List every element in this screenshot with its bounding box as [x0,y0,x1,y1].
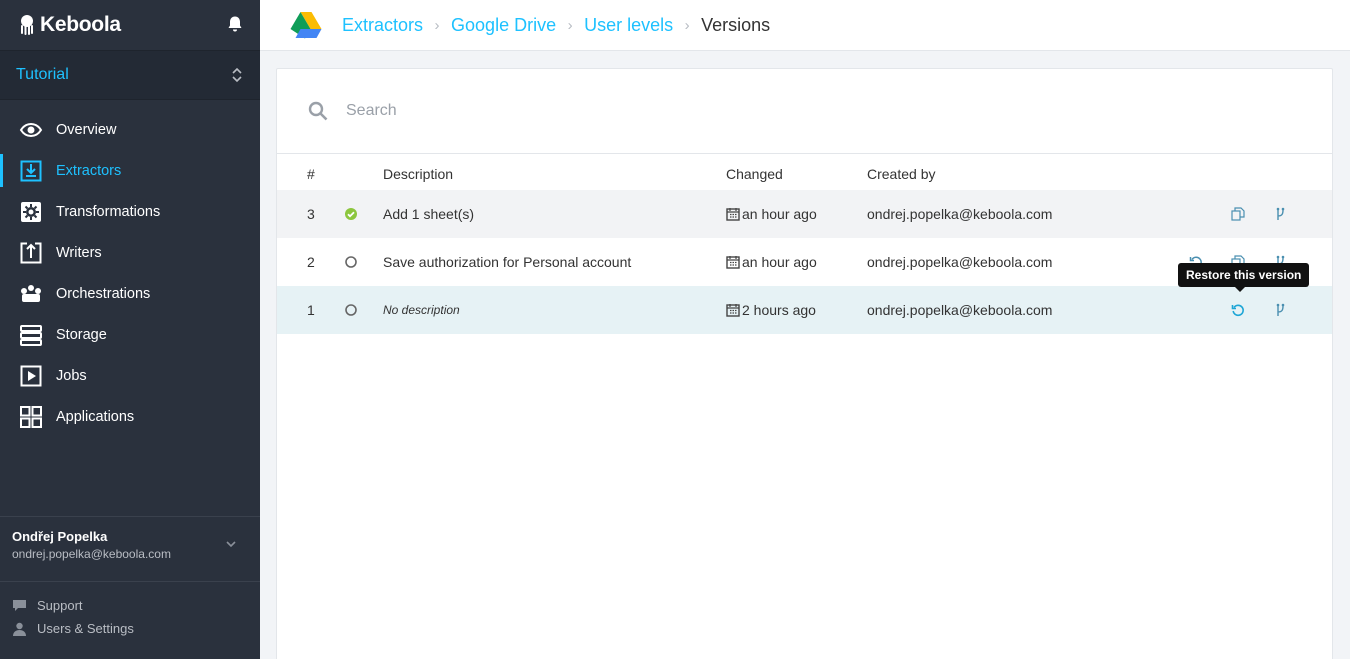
table-row[interactable]: 1 No description 2 hours ago ondrej.pope… [277,286,1332,334]
sidebar: Keboola Tutorial Overview Extractors Tra… [0,0,260,659]
nav-item-orchestrations[interactable]: Orchestrations [0,273,260,314]
breadcrumb-user-levels[interactable]: User levels [584,15,673,36]
search-input[interactable] [346,102,946,120]
restore-tooltip: Restore this version [1178,263,1310,292]
user-icon [13,622,26,636]
bell-icon[interactable] [226,15,244,36]
branch-icon[interactable] [1273,190,1287,238]
breadcrumb-google-drive[interactable]: Google Drive [451,15,556,36]
nav-item-writers[interactable]: Writers [0,232,260,273]
version-created-by: ondrej.popelka@keboola.com [867,206,1053,222]
play-icon [19,364,43,388]
nav-label-writers: Writers [56,244,102,261]
project-name: Tutorial [16,66,69,83]
eye-icon [19,118,43,142]
calendar-icon [726,208,740,221]
support-link[interactable]: Support [12,594,134,617]
chevron-updown-icon [232,67,242,83]
main-nav: Overview Extractors Transformations Writ… [0,109,260,437]
nav-label-transformations: Transformations [56,203,161,220]
header-description: Description [383,166,454,182]
brand-name: Keboola [40,13,121,36]
changed-text: an hour ago [742,254,817,270]
nav-label-orchestrations: Orchestrations [56,285,151,302]
calendar-icon [726,304,740,317]
version-changed: 2 hours ago [726,286,816,334]
octopus-icon [21,15,33,35]
google-drive-icon [290,12,322,39]
version-description: No description [383,303,460,317]
nav-item-jobs[interactable]: Jobs [0,355,260,396]
table-header-row: # Description Changed Created by [277,154,1332,190]
version-number: 2 [307,254,315,270]
writer-icon [19,241,43,265]
nav-label-storage: Storage [56,326,107,343]
version-changed: an hour ago [726,190,817,238]
users-settings-link[interactable]: Users & Settings [12,617,134,640]
breadcrumb-versions: Versions [701,14,771,35]
breadcrumb-separator-icon: › [684,16,690,34]
table-row[interactable]: 2 Save authorization for Personal accoun… [277,238,1332,286]
nav-label-overview: Overview [56,121,117,138]
version-number: 1 [307,302,315,318]
orchestration-icon [19,282,43,306]
calendar-icon [726,256,740,269]
version-description: Add 1 sheet(s) [383,206,475,222]
version-created-by: ondrej.popelka@keboola.com [867,302,1053,318]
nav-label-jobs: Jobs [56,367,87,384]
nav-item-overview[interactable]: Overview [0,109,260,150]
version-description: Save authorization for Personal account [383,254,632,270]
nav-item-extractors[interactable]: Extractors [0,150,260,191]
versions-panel: # Description Changed Created by 3 Add 1… [276,68,1333,659]
header-created-by: Created by [867,166,936,182]
nav-item-transformations[interactable]: Transformations [0,191,260,232]
restore-icon[interactable] [1231,286,1245,334]
copy-icon[interactable] [1231,190,1245,238]
version-created-by: ondrej.popelka@keboola.com [867,254,1053,270]
nav-label-extractors: Extractors [56,162,122,179]
grid-icon [19,405,43,429]
nav-item-storage[interactable]: Storage [0,314,260,355]
active-check-icon [344,190,358,238]
storage-icon [19,323,43,347]
versions-table: # Description Changed Created by 3 Add 1… [277,154,1332,334]
user-email: ondrej.popelka@keboola.com [12,547,171,561]
breadcrumb-separator-icon: › [567,16,573,34]
search-icon [308,101,328,121]
bottom-links: Support Users & Settings [12,594,134,640]
user-name: Ondřej Popelka [12,529,108,544]
branch-icon[interactable] [1273,286,1287,334]
version-changed: an hour ago [726,238,817,286]
comment-icon [13,599,26,611]
header-changed: Changed [726,166,783,182]
inactive-circle-icon [344,238,358,286]
chevron-down-icon [226,541,236,548]
breadcrumb-separator-icon: › [434,16,440,34]
table-row[interactable]: 3 Add 1 sheet(s) an hour ago ondrej.pope… [277,190,1332,238]
keboola-logo[interactable]: Keboola [18,13,121,37]
gear-icon [19,200,43,224]
inactive-circle-icon [344,286,358,334]
version-number: 3 [307,206,315,222]
page-header: Extractors › Google Drive › User levels … [260,0,1350,51]
brand-bar: Keboola [0,0,260,50]
support-label: Support [37,598,83,613]
changed-text: an hour ago [742,206,817,222]
nav-item-applications[interactable]: Applications [0,396,260,437]
breadcrumb: Extractors › Google Drive › User levels … [342,15,770,36]
breadcrumb-extractors[interactable]: Extractors [342,15,423,36]
search-bar [277,69,1332,154]
nav-label-applications: Applications [56,408,135,425]
users-settings-label: Users & Settings [37,621,134,636]
extractor-icon [19,159,43,183]
user-menu[interactable]: Ondřej Popelka ondrej.popelka@keboola.co… [0,516,260,582]
project-selector[interactable]: Tutorial [0,50,260,100]
header-num: # [307,166,315,182]
changed-text: 2 hours ago [742,302,816,318]
